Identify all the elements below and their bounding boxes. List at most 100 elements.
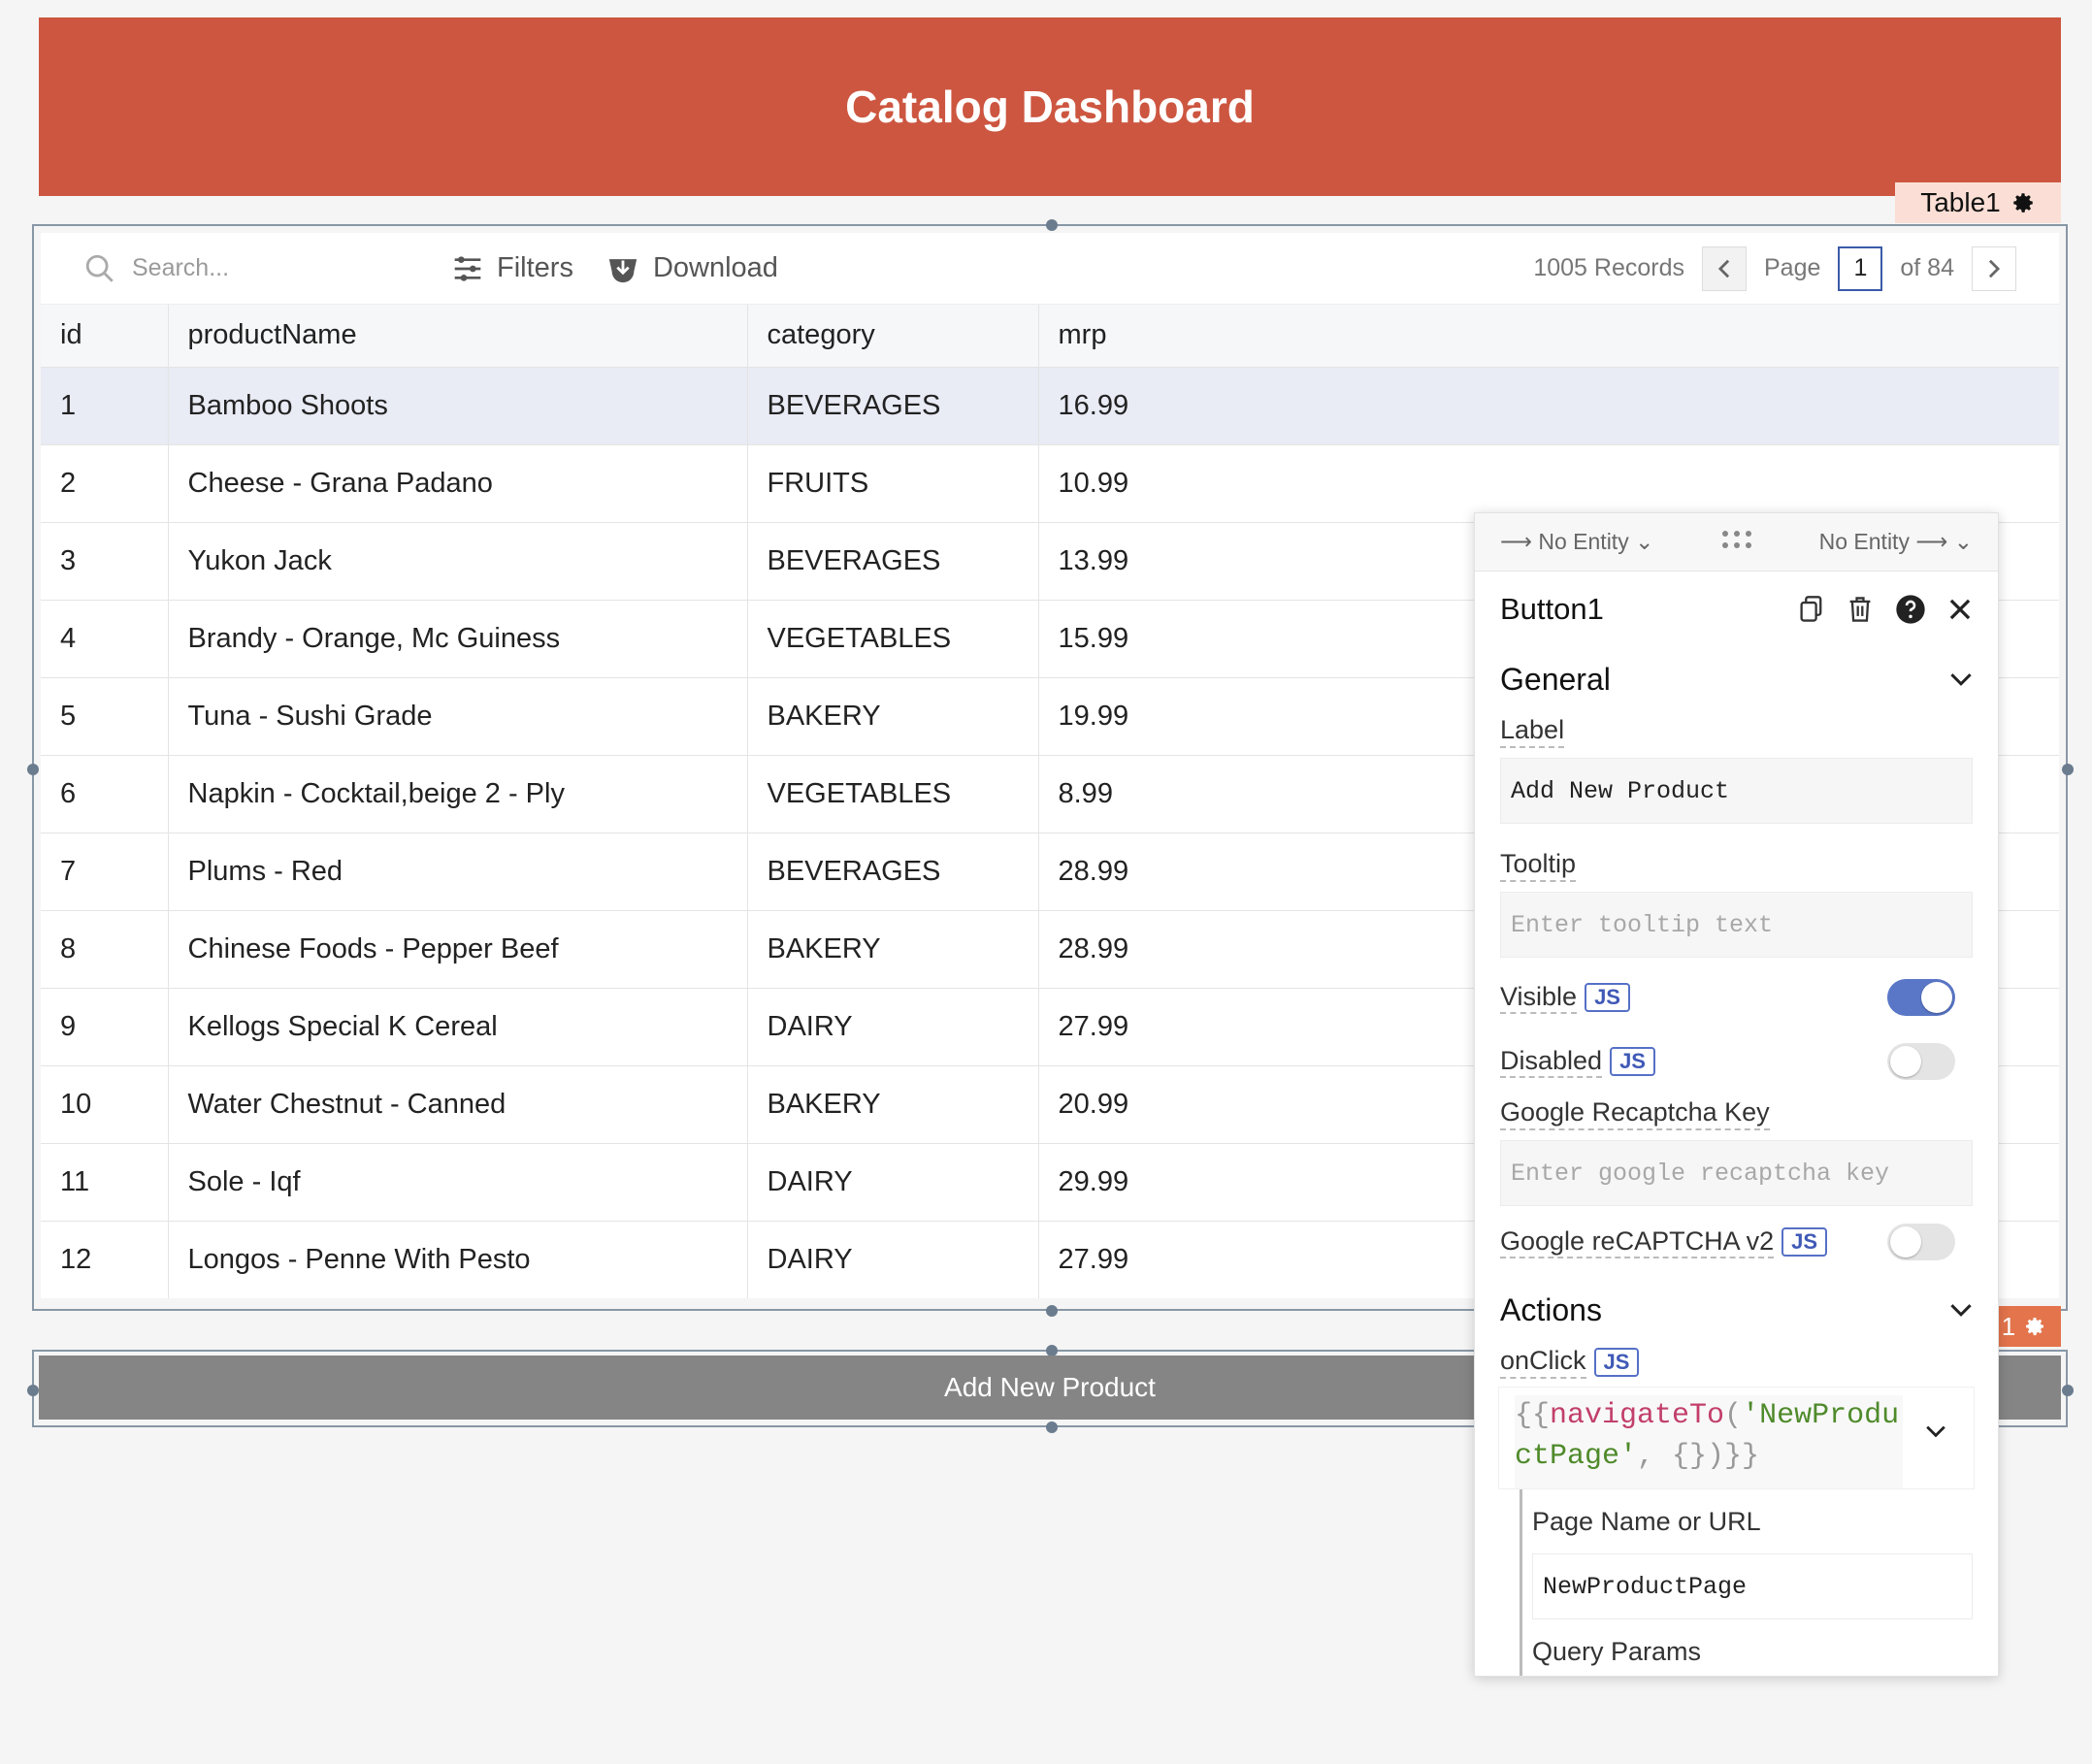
- chevron-down-icon: ⌄: [1635, 529, 1654, 554]
- js-toggle-badge[interactable]: JS: [1781, 1227, 1828, 1257]
- filter-icon: [454, 255, 481, 281]
- table-cell-category: DAIRY: [747, 988, 1039, 1066]
- column-header-mrp[interactable]: mrp: [1038, 305, 2059, 368]
- table-cell-productname: Water Chestnut - Canned: [168, 1065, 748, 1144]
- disabled-toggle[interactable]: [1887, 1043, 1955, 1080]
- next-page-button[interactable]: [1972, 245, 2016, 291]
- resize-handle[interactable]: [1046, 1421, 1058, 1433]
- table-row[interactable]: 1 Bamboo Shoots BEVERAGES 16.99: [41, 367, 2059, 445]
- resize-handle[interactable]: [27, 764, 39, 775]
- table-toolbar: Search... Filters Download 1005 Records …: [41, 233, 2059, 305]
- table-cell-productname: Cheese - Grana Padano: [168, 444, 748, 523]
- chevron-down-icon: [1950, 673, 1972, 686]
- js-toggle-badge[interactable]: JS: [1585, 983, 1630, 1012]
- recaptcha-key-input[interactable]: Enter google recaptcha key: [1500, 1140, 1973, 1206]
- table-cell-productname: Chinese Foods - Pepper Beef: [168, 910, 748, 989]
- page-name-input[interactable]: NewProductPage: [1532, 1553, 1973, 1619]
- table-cell-productname: Longos - Penne With Pesto: [168, 1221, 748, 1298]
- download-button[interactable]: Download: [606, 252, 778, 284]
- tooltip-input[interactable]: Enter tooltip text: [1500, 892, 1973, 958]
- table-cell-category: FRUITS: [747, 444, 1039, 523]
- table-row[interactable]: 2 Cheese - Grana Padano FRUITS 10.99: [41, 444, 2059, 523]
- navigate-to-params: Page Name or URL NewProductPage Query Pa…: [1520, 1489, 1998, 1676]
- filters-label: Filters: [497, 252, 573, 283]
- table-cell-category: VEGETABLES: [747, 600, 1039, 678]
- resize-handle[interactable]: [2062, 764, 2074, 775]
- table-cell-productname: Yukon Jack: [168, 522, 748, 601]
- table-cell-category: BEVERAGES: [747, 367, 1039, 445]
- copy-icon[interactable]: [1798, 595, 1825, 624]
- close-icon[interactable]: [1947, 597, 1973, 622]
- gear-icon[interactable]: [2010, 190, 2036, 215]
- column-header-category[interactable]: category: [747, 305, 1039, 368]
- incoming-entity-label: No Entity: [1538, 529, 1629, 554]
- code-function: navigateTo: [1550, 1399, 1725, 1432]
- column-header-id[interactable]: id: [41, 305, 169, 368]
- table-cell-id: 4: [41, 600, 169, 678]
- resize-handle[interactable]: [27, 1385, 39, 1396]
- table-cell-category: VEGETABLES: [747, 755, 1039, 833]
- outgoing-entity-label: No Entity: [1818, 529, 1910, 554]
- table-cell-productname: Brandy - Orange, Mc Guiness: [168, 600, 748, 678]
- resize-handle[interactable]: [1046, 1305, 1058, 1317]
- prev-page-button[interactable]: [1702, 245, 1747, 291]
- records-count: 1005 Records: [1533, 254, 1684, 281]
- chevron-down-icon: ⌄: [1953, 529, 1973, 554]
- download-label: Download: [652, 252, 778, 283]
- page-number-input[interactable]: 1: [1838, 245, 1883, 291]
- general-section-header[interactable]: General: [1475, 647, 1998, 711]
- query-params-label: Query Params: [1532, 1636, 1702, 1666]
- onclick-code-editor[interactable]: {{navigateTo('NewProductPage', {})}}: [1498, 1387, 1975, 1489]
- table-cell-id: 11: [41, 1143, 169, 1222]
- js-toggle-badge[interactable]: JS: [1610, 1047, 1655, 1076]
- recaptcha-v2-toggle[interactable]: [1887, 1224, 1955, 1260]
- label-input[interactable]: Add New Product: [1500, 758, 1973, 824]
- chevron-down-icon[interactable]: [1925, 1424, 1946, 1438]
- chevron-left-icon: [1717, 259, 1730, 278]
- actions-title: Actions: [1500, 1291, 1602, 1327]
- drag-handle-icon[interactable]: [1720, 529, 1753, 556]
- table-cell-productname: Napkin - Cocktail,beige 2 - Ply: [168, 755, 748, 833]
- js-toggle-badge[interactable]: JS: [1593, 1348, 1640, 1377]
- table-search[interactable]: Search...: [83, 252, 452, 285]
- table-tag-label: Table1: [1920, 187, 2001, 217]
- table-cell-id: 7: [41, 833, 169, 911]
- table-cell-category: BAKERY: [747, 1065, 1039, 1144]
- help-icon[interactable]: [1895, 594, 1926, 625]
- table-cell-mrp: 16.99: [1038, 367, 2059, 445]
- table-widget-tag[interactable]: Table1: [1895, 182, 2061, 223]
- table-cell-category: BAKERY: [747, 677, 1039, 756]
- table-cell-id: 6: [41, 755, 169, 833]
- gear-icon[interactable]: [2023, 1315, 2046, 1338]
- table-cell-id: 10: [41, 1065, 169, 1144]
- table-cell-id: 1: [41, 367, 169, 445]
- page-total: of 84: [1900, 254, 1954, 281]
- widget-name[interactable]: Button1: [1500, 592, 1604, 627]
- code-rest: , {})}}: [1637, 1440, 1760, 1473]
- table-cell-productname: Kellogs Special K Cereal: [168, 988, 748, 1066]
- recaptcha-v2-row: Google reCAPTCHA v2 JS: [1475, 1210, 1998, 1274]
- table-cell-category: BEVERAGES: [747, 522, 1039, 601]
- page-name-label: Page Name or URL: [1532, 1506, 1761, 1536]
- general-title: General: [1500, 661, 1611, 697]
- actions-section-header[interactable]: Actions: [1475, 1278, 1998, 1342]
- table-cell-productname: Plums - Red: [168, 833, 748, 911]
- incoming-entity-dropdown[interactable]: ⟶ No Entity ⌄: [1500, 529, 1653, 555]
- resize-handle[interactable]: [2062, 1385, 2074, 1396]
- filters-button[interactable]: Filters: [452, 252, 573, 284]
- delete-icon[interactable]: [1847, 595, 1874, 624]
- disabled-label: Disabled: [1500, 1046, 1603, 1078]
- table-cell-id: 9: [41, 988, 169, 1066]
- column-header-productname[interactable]: productName: [168, 305, 748, 368]
- search-placeholder: Search...: [132, 254, 230, 281]
- pagination: 1005 Records Page 1 of 84: [1533, 245, 2016, 291]
- outgoing-entity-dropdown[interactable]: No Entity ⟶ ⌄: [1819, 529, 1973, 555]
- tooltip-field-label: Tooltip: [1475, 845, 1998, 886]
- code-paren: (: [1724, 1399, 1743, 1432]
- table-cell-id: 12: [41, 1221, 169, 1298]
- visible-toggle[interactable]: [1887, 979, 1955, 1016]
- table-cell-id: 3: [41, 522, 169, 601]
- visible-row: Visible JS: [1475, 965, 1998, 1029]
- onclick-field-label: onClick JS: [1475, 1342, 1998, 1383]
- resize-handle[interactable]: [1046, 219, 1058, 231]
